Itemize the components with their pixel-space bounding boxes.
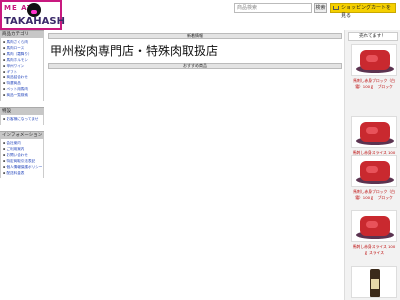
product-card[interactable]: 馬刺し赤身スライス 100ｇ スライス bbox=[351, 210, 397, 255]
product-card[interactable]: 馬刺し赤身ブロック（白霜）100ｇ ブロック bbox=[351, 44, 397, 89]
meat-shape bbox=[360, 122, 390, 142]
product-image[interactable] bbox=[351, 210, 397, 242]
page-title: 甲州桜肉専門店・特殊肉取扱店 bbox=[50, 44, 219, 58]
main-content: 新着情報 甲州桜肉専門店・特殊肉取扱店 おすすめ商品 bbox=[48, 33, 342, 69]
search-input[interactable]: 商品検索 bbox=[234, 3, 312, 13]
view-cart-button[interactable]: ショッピングカートを見る bbox=[330, 3, 396, 19]
product-image[interactable] bbox=[351, 44, 397, 76]
information-heading: インフォメーション bbox=[0, 130, 44, 139]
news-bar: 新着情報 bbox=[48, 33, 342, 39]
info-link[interactable]: 個人情報保護ポリシー bbox=[3, 165, 42, 171]
info-link[interactable]: 配送料金表 bbox=[3, 171, 42, 177]
pig-mascot-icon bbox=[27, 3, 41, 17]
product-image[interactable] bbox=[351, 266, 397, 298]
meat-shape bbox=[360, 50, 390, 70]
cart-icon bbox=[333, 6, 339, 10]
left-sidebar: 商品カテゴリ 馬肉さくら肉 馬肉ロース 馬肉（霜降り） 馬肉ホルモン 甲州ワイン… bbox=[0, 30, 44, 300]
product-card[interactable]: 馬刺し赤身ブロック（白霜）100ｇ ブロック bbox=[351, 155, 397, 200]
information-list: 会社案内 ご利用案内 お問い合わせ 特定商取引法表記 個人情報保護ポリシー 配送… bbox=[0, 138, 44, 179]
bottle-shape bbox=[370, 269, 380, 297]
notice-list: お客様になってませ bbox=[0, 115, 44, 125]
notice-link[interactable]: お客様になってませ bbox=[3, 117, 42, 123]
site-logo[interactable]: ME AT TAKAHASH bbox=[0, 0, 65, 30]
categories-heading: 商品カテゴリ bbox=[0, 30, 44, 38]
category-link[interactable]: 商品一覧検索 bbox=[3, 93, 42, 99]
bestseller-column: 売れてます！ 馬刺し赤身ブロック（白霜）100ｇ ブロック 馬刺し赤身スライス … bbox=[344, 30, 400, 300]
product-name-link[interactable]: 馬刺し赤身スライス 100ｇ スライス bbox=[351, 244, 397, 255]
meat-shape bbox=[360, 161, 390, 181]
view-cart-label: ショッピングカートを見る bbox=[341, 5, 392, 19]
recommend-bar: おすすめ商品 bbox=[48, 63, 342, 69]
product-name-link[interactable]: 馬刺し赤身ブロック（白霜）100ｇ ブロック bbox=[351, 189, 397, 200]
product-image[interactable] bbox=[351, 116, 397, 148]
product-name-link[interactable]: 馬刺し赤身ブロック（白霜）100ｇ ブロック bbox=[351, 78, 397, 89]
meat-shape bbox=[360, 216, 390, 236]
logo-bottom-text: TAKAHASH bbox=[4, 16, 65, 27]
search-button[interactable]: 検索 bbox=[314, 3, 327, 13]
bestseller-heading: 売れてます！ bbox=[347, 32, 398, 41]
product-card[interactable] bbox=[351, 266, 397, 298]
categories-list: 馬肉さくら肉 馬肉ロース 馬肉（霜降り） 馬肉ホルモン 甲州ワイン ギフト 商品… bbox=[0, 38, 44, 102]
product-image[interactable] bbox=[351, 155, 397, 187]
notice-heading: 特設 bbox=[0, 107, 44, 116]
